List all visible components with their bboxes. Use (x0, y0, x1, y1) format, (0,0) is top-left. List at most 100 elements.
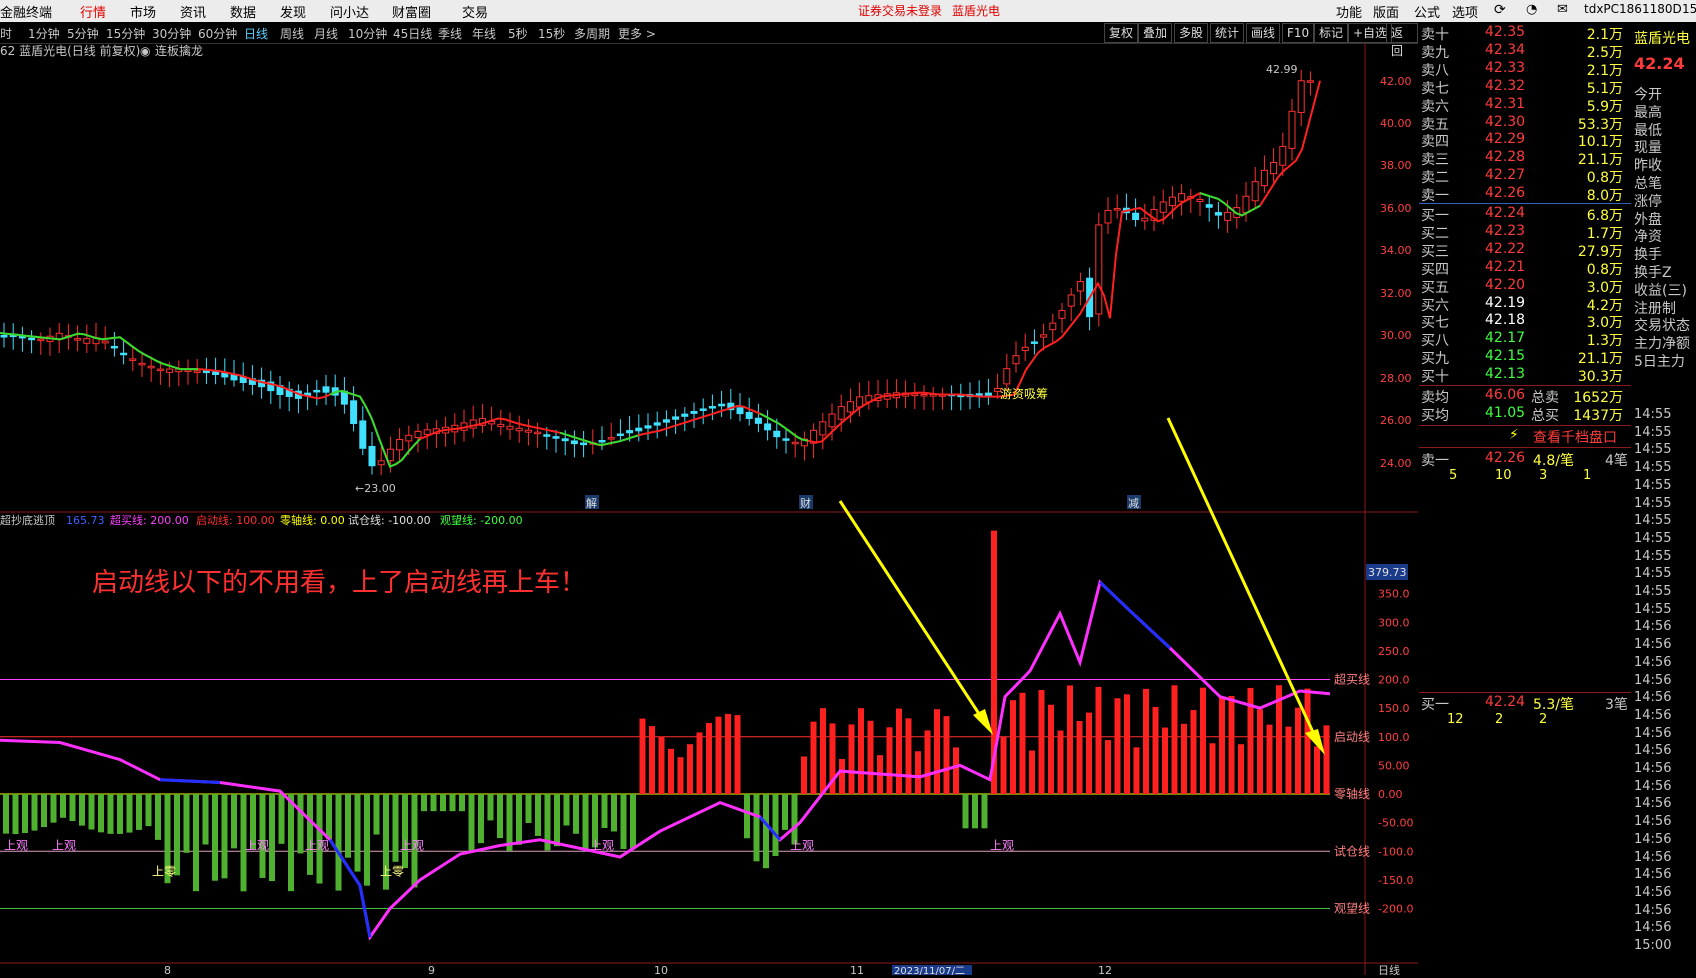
ask-row[interactable]: 卖三 42.28 21.1万 (1419, 149, 1631, 168)
candle-body (745, 412, 753, 419)
tab-caifuquan[interactable]: 财富圈 (392, 2, 431, 21)
bid-row[interactable]: 买七 42.18 3.0万 (1419, 312, 1631, 331)
arrow-head-icon (973, 709, 993, 735)
period-item-active[interactable]: 日线 (244, 25, 268, 42)
indicator-bar (1209, 743, 1216, 794)
tab-faxian[interactable]: 发现 (280, 2, 306, 21)
ask-row[interactable]: 卖九 42.34 2.5万 (1419, 42, 1631, 61)
candle-body (635, 427, 643, 432)
candle-body (1251, 181, 1259, 202)
bid-row[interactable]: 买十 42.13 30.3万 (1419, 366, 1631, 385)
toolbar-f10[interactable]: F10 (1282, 23, 1315, 43)
period-item[interactable]: 15秒 (538, 25, 565, 42)
bid-row[interactable]: 买一 42.24 6.8万 (1419, 205, 1631, 224)
threshold-label: 观望线 (1334, 902, 1370, 916)
toolbar-duogu[interactable]: 多股 (1174, 23, 1209, 43)
mail-icon[interactable]: ✉ (1557, 2, 1568, 17)
user-name[interactable]: tdxPC1861180D (1584, 2, 1682, 16)
period-item[interactable]: 60分钟 (198, 25, 237, 42)
user-extra: 15 (1682, 2, 1696, 16)
indicator-bar (810, 721, 817, 794)
candle-body (120, 352, 128, 356)
ask-row[interactable]: 卖五 42.30 53.3万 (1419, 114, 1631, 133)
bid-row[interactable]: 买二 42.23 1.7万 (1419, 223, 1631, 242)
kline-svg[interactable]: 62 蓝盾光电(日线 前复权) ◉ 连板擒龙 42.00 40.00 38.00… (0, 43, 1418, 977)
tab-wenxiaoda[interactable]: 问小达 (330, 2, 369, 21)
bid-row[interactable]: 买三 42.22 27.9万 (1419, 241, 1631, 260)
period-item[interactable]: 月线 (314, 25, 338, 42)
ma-line (0, 80, 1321, 468)
bid-row[interactable]: 买五 42.20 3.0万 (1419, 277, 1631, 296)
trade-time: 14:55 (1634, 548, 1672, 564)
app-title: 金融终端 (0, 6, 53, 21)
ask-row[interactable]: 卖四 42.29 10.1万 (1419, 131, 1631, 150)
ask-row[interactable]: 卖一 42.26 8.0万 (1419, 185, 1631, 204)
indicator-bar (981, 794, 988, 829)
annotation-arrow (838, 500, 987, 724)
ask-row[interactable]: 卖十 42.35 2.1万 (1419, 24, 1631, 43)
tab-shuju[interactable]: 数据 (230, 2, 256, 21)
trade-time: 14:56 (1634, 619, 1672, 635)
indicator-bar (155, 794, 161, 840)
menu-banmian[interactable]: 版面 (1373, 2, 1399, 21)
period-item[interactable]: 5分钟 (67, 25, 99, 42)
tab-shichang[interactable]: 市场 (130, 2, 156, 21)
period-item[interactable]: 1分钟 (28, 25, 60, 42)
menu-gongneng[interactable]: 功能 (1336, 2, 1362, 21)
bid-row[interactable]: 买九 42.15 21.1万 (1419, 348, 1631, 367)
indicator-bar (639, 718, 646, 794)
toolbar-fuquan[interactable]: 复权 (1104, 23, 1139, 43)
trade-time: 14:56 (1634, 778, 1672, 794)
indicator-bar (953, 747, 959, 794)
bid-row[interactable]: 买六 42.19 4.2万 (1419, 295, 1631, 314)
candle-body (423, 429, 431, 435)
ask-row[interactable]: 卖二 42.27 0.8万 (1419, 167, 1631, 186)
toolbar-biaoji[interactable]: 标记 (1314, 23, 1349, 43)
indicator-bar (440, 794, 446, 812)
ask-row[interactable]: 卖七 42.32 5.1万 (1419, 78, 1631, 97)
candle-body (1159, 201, 1167, 213)
period-item[interactable]: 季线 (438, 25, 462, 42)
period-item[interactable]: 周线 (280, 25, 304, 42)
toolbar-tongji[interactable]: 统计 (1210, 23, 1245, 43)
menu-xuanxiang[interactable]: 选项 (1452, 2, 1478, 21)
period-item[interactable]: 多周期 (574, 25, 610, 42)
tab-zixun[interactable]: 资讯 (180, 2, 206, 21)
indicator-bar (459, 794, 465, 812)
candle-body (607, 437, 615, 440)
indicator-bar (3, 794, 9, 834)
view-queue-label: 查看千档盘口 (1533, 430, 1617, 446)
period-item[interactable]: 年线 (472, 25, 496, 42)
indicator-bar (972, 794, 978, 829)
toolbar-diejia[interactable]: 叠加 (1138, 23, 1173, 43)
period-item[interactable]: 时 (0, 25, 12, 42)
toolbar-huaxian[interactable]: 画线 (1246, 23, 1281, 43)
period-item[interactable]: 10分钟 (348, 25, 387, 42)
avg-buy-price: 41.05 (1485, 405, 1526, 421)
view-queue-button[interactable]: ⚡ 查看千档盘口 (1419, 427, 1631, 447)
bid-row[interactable]: 买八 42.17 1.3万 (1419, 330, 1631, 349)
period-more[interactable]: 更多 > (618, 25, 656, 42)
period-item[interactable]: 5秒 (508, 25, 528, 42)
period-item[interactable]: 45日线 (393, 25, 432, 42)
candle-body (534, 431, 542, 435)
ask-row[interactable]: 卖八 42.33 2.1万 (1419, 60, 1631, 79)
chart-area[interactable]: 62 蓝盾光电(日线 前复权) ◉ 连板擒龙 42.00 40.00 38.00… (0, 43, 1418, 977)
ask-row[interactable]: 卖六 42.31 5.9万 (1419, 96, 1631, 115)
refresh-icon[interactable]: ⟳ (1494, 2, 1506, 18)
login-notice[interactable]: 证券交易未登录 (858, 2, 942, 19)
indicator-bar (573, 794, 579, 834)
period-item[interactable]: 15分钟 (106, 25, 145, 42)
skin-icon[interactable]: ◔ (1526, 2, 1537, 17)
menu-gongshi[interactable]: 公式 (1414, 2, 1440, 21)
toolbar-fanhui[interactable]: 返回 (1386, 23, 1418, 58)
ask-bid-divider (1419, 203, 1631, 204)
tab-hangqing[interactable]: 行情 (80, 2, 106, 21)
bid-row[interactable]: 买四 42.21 0.8万 (1419, 259, 1631, 278)
period-item[interactable]: 30分钟 (152, 25, 191, 42)
tab-jiaoyi[interactable]: 交易 (462, 2, 488, 21)
indicator-bar (449, 794, 456, 812)
indicator-eye-icon[interactable]: ◉ (140, 44, 150, 58)
indicator-bar (221, 794, 228, 879)
signal-label: 上观 (4, 839, 28, 853)
